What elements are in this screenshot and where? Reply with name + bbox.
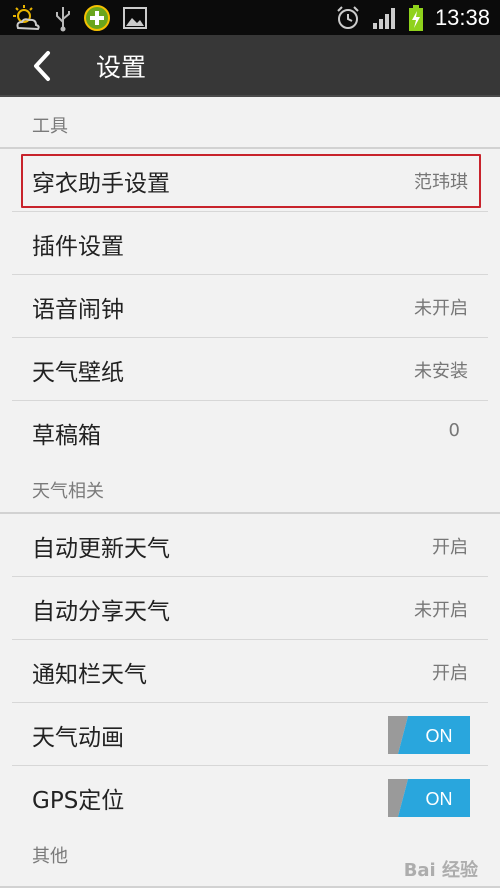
section-header-tools: 工具 [0,99,500,149]
item-value: 未开启 [414,600,468,621]
settings-item-plugin[interactable]: 插件设置 [0,212,500,275]
settings-item-voice-alarm[interactable]: 语音闹钟 未开启 [0,275,500,338]
item-label: 天气动画 [32,725,124,751]
settings-item-notification-weather[interactable]: 通知栏天气 开启 [0,640,500,703]
item-label: 草稿箱 [32,423,101,449]
item-label: 插件设置 [32,234,124,260]
settings-item-weather-animation: 天气动画 ON [0,703,500,766]
page-title: 设置 [96,53,147,82]
watermark: Bai 经验 [403,860,478,881]
item-label: 通知栏天气 [32,662,147,688]
settings-item-weather-wallpaper[interactable]: 天气壁纸 未安装 [0,338,500,401]
gps-toggle[interactable]: ON [388,779,470,817]
item-value: 开启 [432,663,468,684]
signal-icon [372,8,395,29]
settings-item-auto-update[interactable]: 自动更新天气 开启 [0,514,500,577]
battery-charging-icon [408,5,423,31]
item-value: 未开启 [414,298,468,319]
settings-item-auto-share[interactable]: 自动分享天气 未开启 [0,577,500,640]
item-value: 未安装 [414,361,468,382]
settings-item-gps: GPS定位 ON [0,766,500,829]
item-label: 天气壁纸 [32,360,124,386]
section-label: 天气相关 [32,481,104,502]
alarm-icon [337,6,359,29]
item-label: GPS定位 [32,788,125,814]
clock: 13:38 [434,5,490,30]
section-label: 其他 [32,846,68,867]
usb-icon [56,7,70,32]
item-label: 自动更新天气 [32,536,170,562]
item-value: 开启 [432,537,468,558]
animation-toggle[interactable]: ON [388,716,470,754]
item-value: 0 [448,420,460,441]
item-label: 语音闹钟 [32,297,124,323]
section-header-weather: 天气相关 [0,464,500,514]
status-bar: 13:38 [0,0,500,35]
title-bar: 设置 [0,35,500,97]
item-label: 自动分享天气 [32,599,170,625]
highlight-box [21,154,481,208]
back-arrow-icon[interactable] [28,49,60,83]
toggle-label: ON [426,726,453,746]
app-plus-icon [84,5,110,31]
toggle-label: ON [426,789,453,809]
section-label: 工具 [32,116,68,137]
weather-sun-icon [13,5,40,31]
settings-item-drafts[interactable]: 草稿箱 0 [0,401,500,464]
image-icon [123,7,147,29]
